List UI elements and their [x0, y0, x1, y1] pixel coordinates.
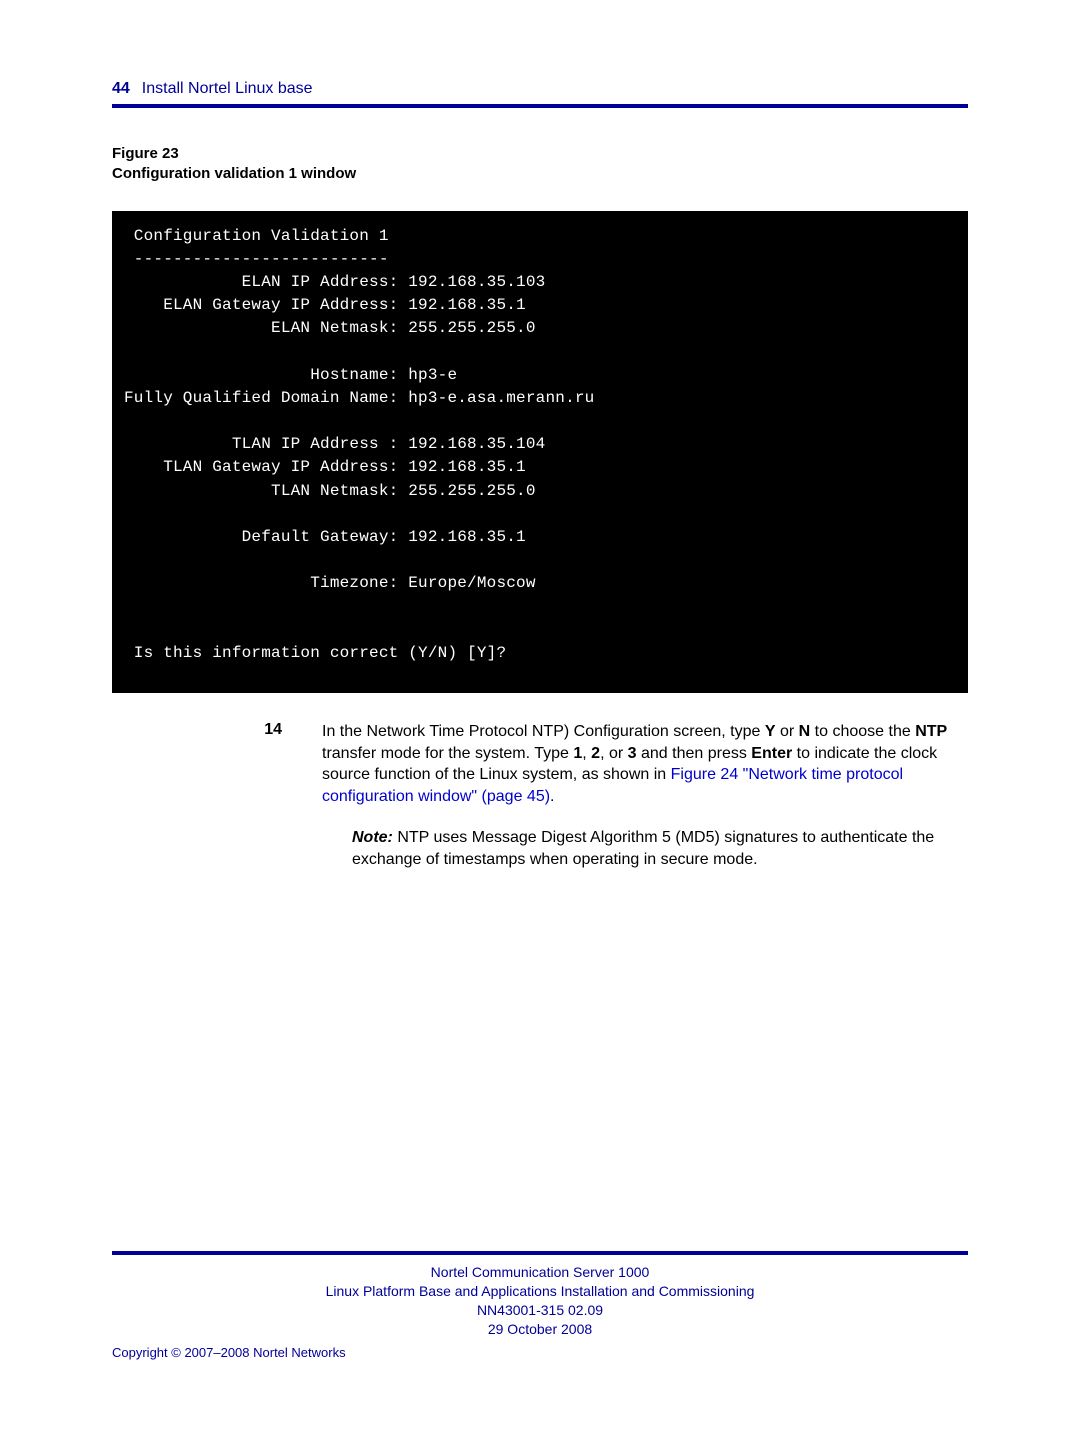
- terminal-screenshot: Configuration Validation 1 -------------…: [112, 211, 968, 694]
- figure-caption: Figure 23 Configuration validation 1 win…: [112, 144, 968, 185]
- header-rule: [112, 104, 968, 108]
- page-number: 44: [112, 80, 130, 98]
- note-text: NTP uses Message Digest Algorithm 5 (MD5…: [352, 829, 934, 868]
- running-header: 44 Install Nortel Linux base: [112, 80, 968, 98]
- section-title: Install Nortel Linux base: [142, 80, 313, 98]
- page-footer: Nortel Communication Server 1000 Linux P…: [112, 1251, 968, 1360]
- step-14: 14 In the Network Time Protocol NTP) Con…: [112, 721, 968, 871]
- page: 44 Install Nortel Linux base Figure 23 C…: [0, 0, 1080, 1440]
- footer-copyright: Copyright © 2007–2008 Nortel Networks: [112, 1345, 968, 1360]
- footer-rule: [112, 1251, 968, 1255]
- step-number: 14: [112, 721, 322, 871]
- figure-label-line1: Figure 23: [112, 145, 179, 162]
- note-block: Note: NTP uses Message Digest Algorithm …: [352, 827, 968, 870]
- footer-center: Nortel Communication Server 1000 Linux P…: [112, 1263, 968, 1339]
- step-text: In the Network Time Protocol NTP) Config…: [322, 721, 968, 871]
- note-label: Note:: [352, 829, 393, 846]
- figure-label-line2: Configuration validation 1 window: [112, 165, 356, 182]
